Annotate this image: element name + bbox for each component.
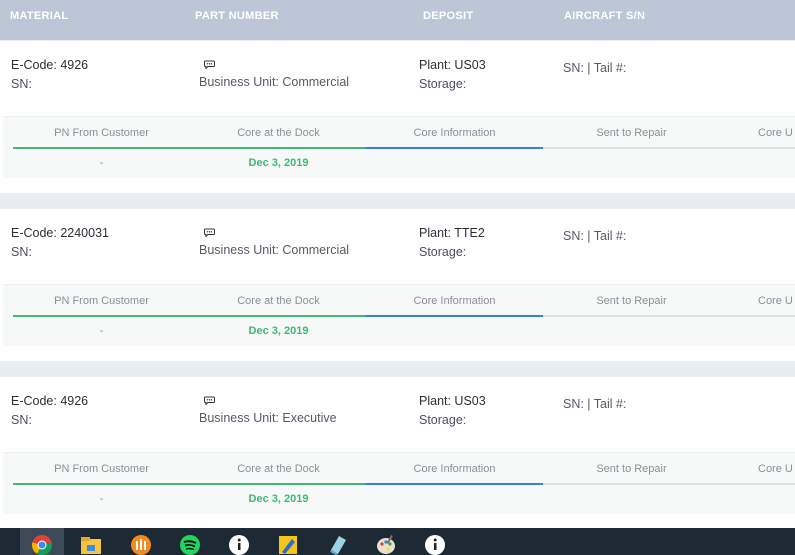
sn-tail-label: SN: | Tail #: [563,397,627,411]
progress-line-done [13,315,366,317]
tab-core-at-the-dock[interactable]: Core at the Dock [190,127,367,139]
sn-tail-label: SN: | Tail #: [563,229,627,243]
sn-tail-label: SN: | Tail #: [563,61,627,75]
plant-label: Plant: US03 [419,58,486,72]
tab-core-u[interactable]: Core U [758,463,795,475]
tab-core-u[interactable]: Core U [758,295,795,307]
sticky-app-icon[interactable] [277,534,299,555]
tab-pn-from-customer[interactable]: PN From Customer [13,127,190,139]
ecode-label: E-Code: 2240031 [11,226,109,240]
pn-value: - [99,493,104,505]
progress-line-done [13,147,366,149]
progress-line-done [13,483,366,485]
tab-pn-from-customer[interactable]: PN From Customer [13,295,190,307]
progress-line-pending [543,147,795,149]
plant-label: Plant: TTE2 [419,226,485,240]
header-material[interactable]: MATERIAL [10,10,68,22]
header-aircraft-sn[interactable]: AIRCRAFT S/N [564,10,645,22]
file-explorer-icon[interactable] [80,534,102,555]
header-part-number[interactable]: PART NUMBER [195,10,279,22]
dock-date: Dec 3, 2019 [248,325,309,337]
comment-icon[interactable] [204,396,215,405]
plant-label: Plant: US03 [419,394,486,408]
dock-date: Dec 3, 2019 [248,493,309,505]
spotify-icon[interactable] [179,534,201,555]
business-unit: Business Unit: Commercial [199,243,350,257]
jitsi-icon-2[interactable] [424,534,446,555]
paint-icon[interactable] [375,534,397,555]
status-tracker: PN From Customer Core at the Dock Core I… [3,116,795,178]
tab-core-information[interactable]: Core Information [366,463,543,475]
storage-label: Storage: [419,77,467,91]
business-unit: Business Unit: Executive [199,411,337,425]
tab-pn-from-customer[interactable]: PN From Customer [13,463,190,475]
progress-line-pending [543,483,795,485]
tab-core-u[interactable]: Core U [758,127,795,139]
storage-label: Storage: [419,413,467,427]
progress-line-pending [543,315,795,317]
record-card[interactable]: E-Code: 4926 SN: Business Unit: Executiv… [0,377,795,529]
windows-taskbar [0,528,795,555]
sn-label: SN: [11,245,32,259]
pn-value: - [99,157,104,169]
record-card[interactable]: E-Code: 4926 SN: Business Unit: Commerci… [0,41,795,193]
progress-line-current [366,315,543,317]
orange-app-icon[interactable] [130,534,152,555]
ecode-label: E-Code: 4926 [11,58,89,72]
tab-sent-to-repair[interactable]: Sent to Repair [543,295,720,307]
record-card[interactable]: E-Code: 2240031 SN: Business Unit: Comme… [0,209,795,361]
sn-label: SN: [11,413,32,427]
status-tracker: PN From Customer Core at the Dock Core I… [3,284,795,346]
comment-icon[interactable] [204,60,215,69]
tab-core-information[interactable]: Core Information [366,295,543,307]
pn-value: - [99,325,104,337]
comment-icon[interactable] [204,228,215,237]
progress-line-current [366,147,543,149]
business-unit: Business Unit: Commercial [199,75,350,89]
jitsi-icon[interactable] [228,534,250,555]
chrome-icon[interactable] [31,534,53,555]
tab-sent-to-repair[interactable]: Sent to Repair [543,127,720,139]
table-header: MATERIAL PART NUMBER DEPOSIT AIRCRAFT S/… [0,0,795,40]
tab-core-at-the-dock[interactable]: Core at the Dock [190,463,367,475]
status-tracker: PN From Customer Core at the Dock Core I… [3,452,795,514]
tab-sent-to-repair[interactable]: Sent to Repair [543,463,720,475]
ecode-label: E-Code: 4926 [11,394,89,408]
sn-label: SN: [11,77,32,91]
progress-line-current [366,483,543,485]
tab-core-information[interactable]: Core Information [366,127,543,139]
dock-date: Dec 3, 2019 [248,157,309,169]
storage-label: Storage: [419,245,467,259]
notepad-app-icon[interactable] [327,534,349,555]
tab-core-at-the-dock[interactable]: Core at the Dock [190,295,367,307]
header-deposit[interactable]: DEPOSIT [423,10,473,22]
